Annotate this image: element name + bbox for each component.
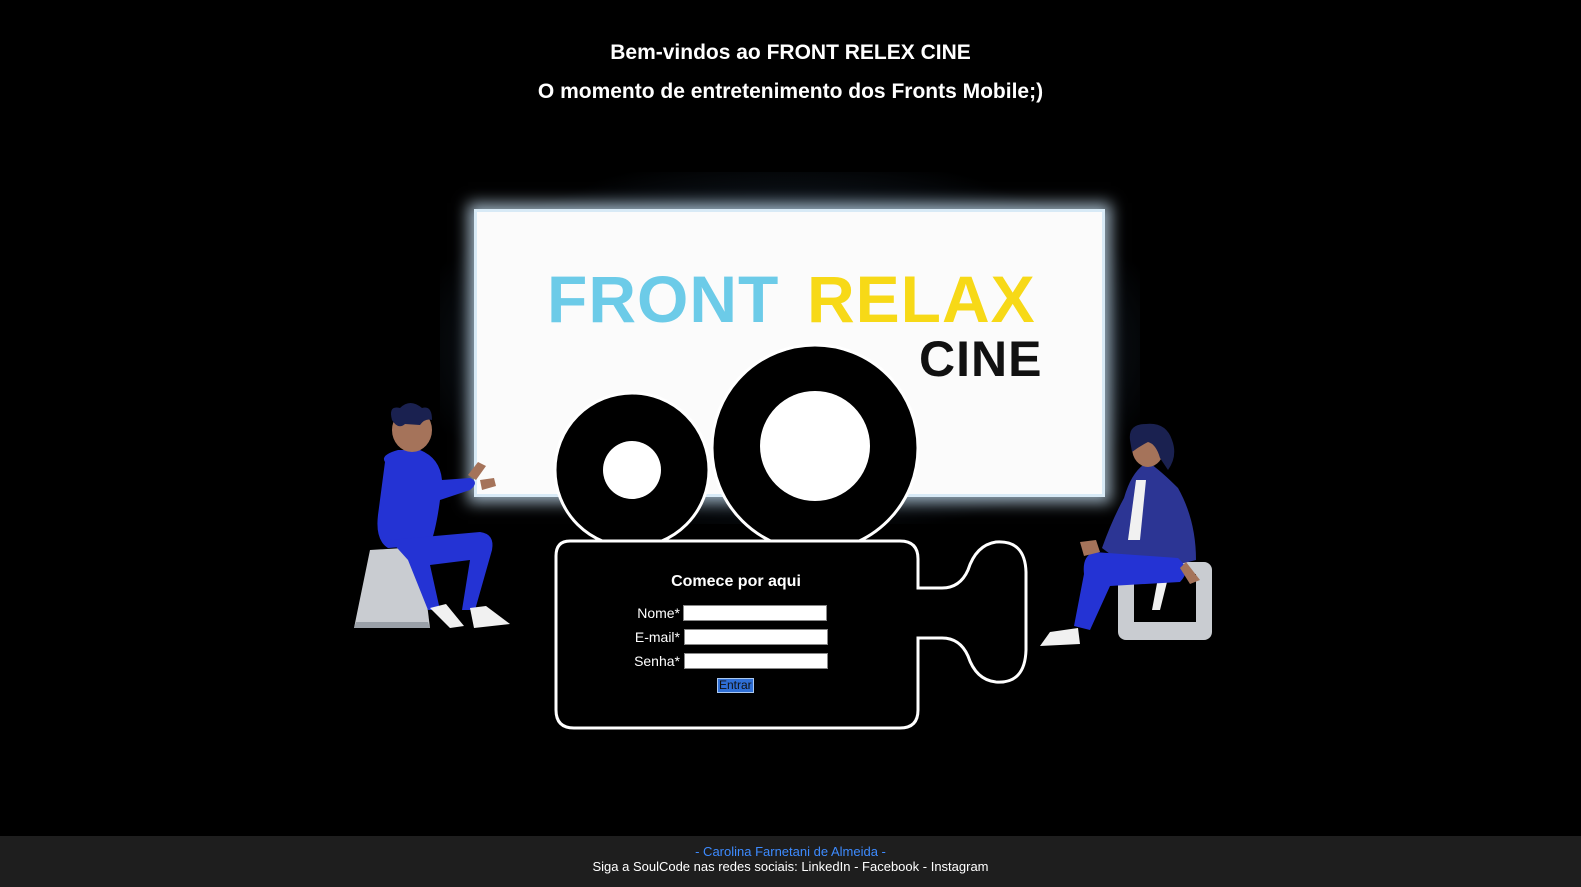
page: Bem-vindos ao FRONT RELEX CINE O momento… — [0, 0, 1581, 887]
social-prefix: Siga a SoulCode nas redes sociais: — [592, 859, 802, 874]
email-label: E-mail* — [634, 629, 680, 645]
password-label: Senha* — [634, 653, 680, 669]
name-input[interactable] — [683, 605, 827, 621]
linkedin-link[interactable]: LinkedIn — [801, 859, 850, 874]
footer: - Carolina Farnetani de Almeida - Siga a… — [0, 836, 1581, 887]
separator: - — [919, 859, 931, 874]
facebook-link[interactable]: Facebook — [862, 859, 919, 874]
email-row: E-mail* — [556, 628, 916, 646]
password-row: Senha* — [556, 652, 916, 670]
film-reel-large — [710, 343, 920, 553]
right-person-illustration — [1040, 423, 1212, 646]
separator: - — [850, 859, 863, 874]
email-input[interactable] — [684, 629, 828, 645]
name-label: Nome* — [637, 605, 680, 621]
instagram-link[interactable]: Instagram — [931, 859, 989, 874]
cinema-illustration: FRONT RELAX CINE — [0, 0, 1581, 887]
enter-button[interactable]: Entrar — [717, 678, 754, 693]
camera-illustration — [354, 343, 1212, 730]
name-row: Nome* — [556, 604, 916, 622]
left-person-illustration — [354, 403, 510, 628]
password-input[interactable] — [684, 653, 828, 669]
film-reel-small — [553, 391, 711, 549]
social-links: Siga a SoulCode nas redes sociais: Linke… — [0, 859, 1581, 874]
author-credit[interactable]: - Carolina Farnetani de Almeida - — [0, 844, 1581, 859]
form-title: Comece por aqui — [671, 573, 801, 590]
